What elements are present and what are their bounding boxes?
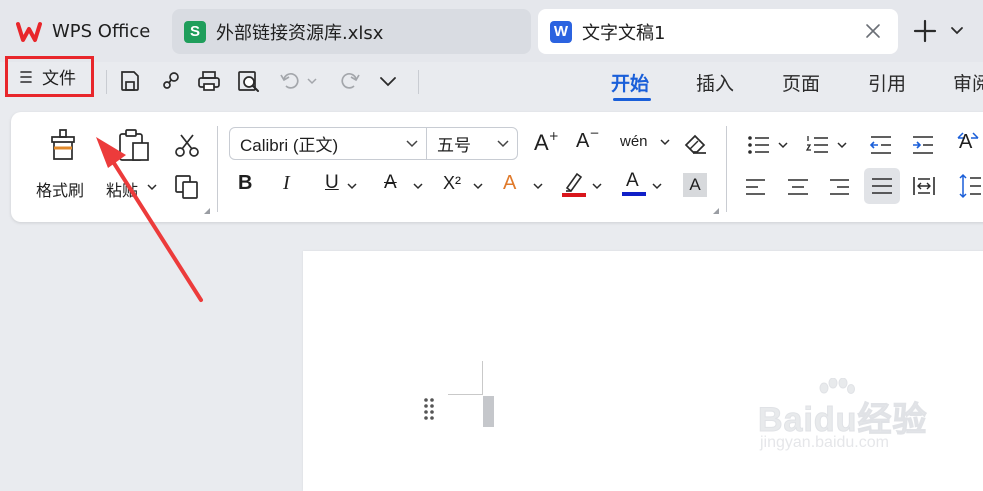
hamburger-icon	[20, 69, 34, 85]
divider	[418, 70, 419, 94]
tab-spreadsheet[interactable]: S 外部链接资源库.xlsx	[172, 9, 531, 54]
chevron-down-icon[interactable]	[347, 182, 357, 190]
grow-font-button[interactable]: A+	[534, 129, 559, 156]
tab-label: 文字文稿1	[582, 22, 666, 44]
drag-handle-icon[interactable]	[424, 398, 434, 420]
font-name-value: Calibri (正文)	[240, 136, 339, 155]
paste-icon[interactable]	[117, 128, 151, 162]
tab-insert[interactable]: 插入	[696, 69, 734, 96]
italic-button[interactable]: I	[283, 172, 290, 195]
chevron-down-icon[interactable]	[147, 183, 157, 191]
close-icon[interactable]	[862, 20, 884, 42]
text-cursor	[483, 396, 494, 427]
numbered-list-icon[interactable]	[806, 134, 850, 156]
highlight-pen-icon[interactable]	[562, 170, 586, 198]
active-tab-indicator	[613, 98, 651, 101]
font-name-select[interactable]: Calibri (正文)	[229, 127, 427, 160]
chevron-down-icon	[406, 139, 418, 148]
dialog-launcher-icon[interactable]	[203, 207, 211, 215]
brush-icon	[51, 129, 75, 160]
chevron-down-icon[interactable]	[533, 182, 543, 190]
superscript-button[interactable]: X²	[443, 173, 461, 194]
wps-logo-icon	[16, 21, 42, 43]
margin-corner-mark	[482, 361, 483, 395]
align-left-icon[interactable]	[745, 177, 767, 197]
paste-label[interactable]: 粘贴	[106, 177, 138, 201]
bold-button[interactable]: B	[238, 172, 252, 195]
bullet-list-icon[interactable]	[747, 134, 791, 156]
dialog-launcher-icon[interactable]	[712, 207, 720, 215]
chevron-down-icon[interactable]	[378, 69, 402, 93]
copy-icon[interactable]	[174, 174, 200, 200]
print-icon[interactable]	[196, 69, 220, 93]
divider	[726, 126, 727, 212]
margin-corner-mark	[448, 394, 482, 395]
undo-icon[interactable]	[278, 69, 317, 93]
distributed-align-icon[interactable]	[912, 175, 936, 197]
align-right-icon[interactable]	[829, 177, 851, 197]
output-icon[interactable]	[159, 69, 183, 93]
minus-icon: −	[589, 126, 600, 140]
chevron-down-icon[interactable]	[592, 182, 602, 190]
redo-icon[interactable]	[338, 69, 362, 93]
font-color-glyph: A	[626, 170, 639, 191]
pinyin-guide-button[interactable]: wén	[620, 131, 670, 150]
font-color-bar	[622, 192, 646, 196]
chevron-down-icon[interactable]	[473, 182, 483, 190]
line-spacing-icon[interactable]	[957, 172, 981, 200]
text-direction-button[interactable]: A	[955, 130, 981, 153]
tab-review[interactable]: 审阅	[953, 69, 983, 96]
tab-label: WPS Office	[52, 21, 151, 42]
spreadsheet-icon: S	[184, 20, 206, 43]
format-painter-label: 格式刷	[36, 181, 85, 200]
decrease-indent-icon[interactable]	[869, 134, 893, 156]
tab-document[interactable]: W 文字文稿1	[538, 9, 898, 54]
align-center-icon[interactable]	[787, 177, 809, 197]
tab-references[interactable]: 引用	[868, 69, 906, 96]
chevron-down-icon[interactable]	[950, 24, 964, 38]
grow-font-icon: A	[534, 130, 549, 155]
pinyin-icon: wén	[620, 133, 648, 150]
save-icon[interactable]	[118, 69, 142, 93]
shrink-font-icon: A	[576, 130, 590, 152]
text-direction-glyph: A	[959, 131, 973, 153]
shrink-font-button[interactable]: A−	[576, 126, 599, 153]
eraser-icon[interactable]	[684, 133, 708, 155]
writer-icon: W	[550, 20, 572, 43]
tab-page[interactable]: 页面	[782, 69, 820, 96]
tab-home[interactable]: 开始	[611, 69, 649, 96]
chevron-down-icon	[660, 138, 670, 146]
chevron-down-icon[interactable]	[413, 182, 423, 190]
text-effect-button[interactable]: A	[503, 172, 516, 195]
justify-icon	[872, 178, 892, 194]
format-painter-button[interactable]	[47, 128, 79, 162]
plus-icon[interactable]	[913, 19, 937, 43]
watermark: Baidu经验 jingyan.baidu.com	[757, 378, 958, 468]
tab-label: 外部链接资源库.xlsx	[216, 22, 384, 44]
scissors-icon[interactable]	[174, 133, 200, 159]
file-menu-button[interactable]: 文件	[5, 56, 94, 97]
divider	[106, 70, 107, 94]
file-menu-label: 文件	[42, 69, 76, 89]
tab-wps-office[interactable]: WPS Office	[8, 9, 166, 54]
chevron-down-icon	[497, 139, 509, 148]
watermark-url: jingyan.baidu.com	[760, 434, 889, 451]
character-shading-button[interactable]: A	[683, 173, 707, 197]
font-size-select[interactable]: 五号	[426, 127, 518, 160]
strikethrough-button[interactable]: A	[384, 172, 397, 194]
font-color-button[interactable]: A	[622, 168, 646, 198]
print-preview-icon[interactable]	[236, 69, 260, 93]
divider	[217, 126, 218, 212]
font-size-value: 五号	[437, 136, 471, 155]
underline-button[interactable]: U	[325, 172, 339, 194]
increase-indent-icon[interactable]	[911, 134, 935, 156]
chevron-down-icon[interactable]	[652, 182, 662, 190]
plus-icon: +	[548, 129, 559, 143]
justify-button[interactable]	[864, 168, 900, 204]
